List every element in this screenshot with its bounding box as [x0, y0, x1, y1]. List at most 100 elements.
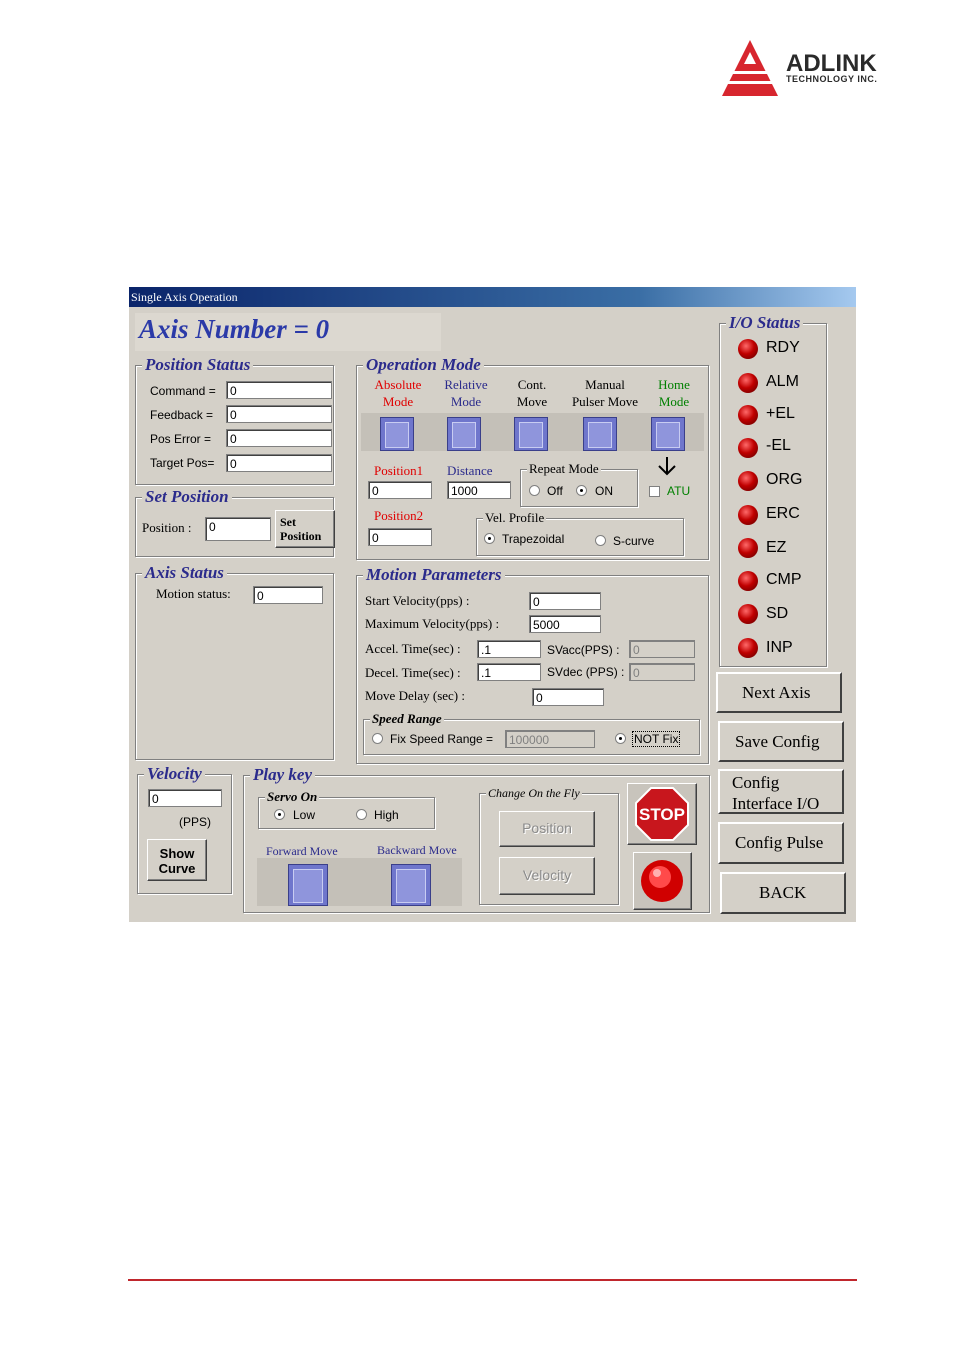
config-pulse-button[interactable]: Config Pulse — [718, 822, 844, 864]
emergency-stop-button[interactable] — [633, 852, 692, 910]
home-mode-button[interactable] — [651, 417, 685, 451]
s-curve-radio[interactable] — [595, 535, 606, 546]
back-button[interactable]: BACK — [720, 872, 846, 914]
erc-label: ERC — [766, 505, 800, 522]
servo-low-radio[interactable] — [274, 809, 285, 820]
show-curve-line1: Show — [159, 846, 195, 861]
distance-field[interactable]: 1000 — [447, 481, 511, 499]
alm-led-icon — [738, 373, 758, 393]
relative-mode-button[interactable] — [447, 417, 481, 451]
absolute-mode-line2: Mode — [382, 394, 414, 409]
save-config-button[interactable]: Save Config — [718, 721, 844, 762]
svacc-field[interactable]: 0 — [629, 640, 695, 658]
erc-led-icon — [738, 505, 758, 525]
motion-status-field[interactable]: 0 — [253, 586, 323, 604]
feedback-field[interactable]: 0 — [226, 405, 332, 423]
fix-speed-radio[interactable] — [372, 733, 383, 744]
stop-button[interactable]: STOP — [627, 783, 697, 845]
max-velocity-field[interactable]: 5000 — [529, 615, 601, 633]
stop-sign-icon: STOP — [635, 787, 689, 841]
vel-profile-title: Vel. Profile — [483, 510, 547, 525]
target-pos-field[interactable]: 0 — [226, 454, 332, 472]
speed-range-title: Speed Range — [370, 711, 444, 726]
config-interface-line2: Interface I/O — [732, 794, 820, 813]
repeat-off-label: Off — [547, 484, 563, 498]
absolute-mode-button[interactable] — [380, 417, 414, 451]
sd-label: SD — [766, 605, 789, 622]
forward-move-label: Forward Move — [266, 844, 338, 858]
cmp-led-icon — [738, 571, 758, 591]
next-axis-button[interactable]: Next Axis — [716, 672, 842, 713]
position1-field[interactable]: 0 — [368, 481, 432, 499]
fix-speed-field[interactable]: 100000 — [505, 730, 595, 748]
backward-move-button[interactable] — [391, 864, 431, 906]
not-fix-radio[interactable] — [615, 733, 626, 744]
repeat-off-radio[interactable] — [529, 485, 540, 496]
io-status-title: I/O Status — [726, 314, 804, 332]
accel-time-field[interactable]: .1 — [477, 640, 541, 658]
arrow-down-icon — [658, 457, 676, 476]
manual-pulser-label: Manual Pulser Move — [565, 376, 645, 410]
repeat-on-label: ON — [595, 484, 613, 498]
feedback-label: Feedback = — [150, 408, 214, 422]
servo-high-radio[interactable] — [356, 809, 367, 820]
alm-label: ALM — [766, 373, 799, 390]
move-delay-field[interactable]: 0 — [532, 688, 604, 706]
decel-time-field[interactable]: .1 — [477, 663, 541, 681]
pos-error-label: Pos Error = — [150, 432, 212, 446]
relative-mode-label: Relative Mode — [433, 376, 499, 410]
rdy-label: RDY — [766, 339, 800, 356]
command-label: Command = — [150, 384, 216, 398]
config-interface-io-button[interactable]: Config Interface I/O — [718, 769, 844, 814]
config-interface-line1: Config — [732, 773, 780, 792]
set-position-title: Set Position — [142, 488, 232, 506]
repeat-on-radio[interactable] — [576, 485, 587, 496]
position-status-title: Position Status — [142, 356, 254, 374]
adlink-logo: ADLINK TECHNOLOGY INC. — [722, 38, 912, 100]
logo-triangle-icon — [722, 40, 778, 96]
footer-rule — [128, 1279, 857, 1281]
home-mode-line2: Mode — [658, 394, 690, 409]
velocity-unit-label: (PPS) — [179, 815, 212, 829]
minus-el-label: -EL — [766, 437, 791, 454]
cont-move-line1: Cont. — [517, 377, 547, 392]
brand-tagline: TECHNOLOGY INC. — [786, 74, 878, 84]
velocity-field[interactable]: 0 — [148, 789, 222, 807]
trapezoidal-label: Trapezoidal — [502, 532, 565, 546]
forward-move-button[interactable] — [288, 864, 328, 906]
fly-velocity-button[interactable]: Velocity — [499, 857, 595, 895]
command-field[interactable]: 0 — [226, 381, 332, 399]
decel-time-label: Decel. Time(sec) : — [365, 665, 461, 680]
axis-status-title: Axis Status — [142, 564, 227, 582]
motion-status-label: Motion status: — [156, 586, 231, 601]
absolute-mode-line1: Absolute — [374, 377, 422, 392]
start-velocity-field[interactable]: 0 — [529, 592, 601, 610]
show-curve-button[interactable]: Show Curve — [147, 839, 207, 881]
fly-position-button[interactable]: Position — [499, 811, 595, 847]
cmp-label: CMP — [766, 571, 802, 588]
atu-label: ATU — [667, 484, 691, 498]
svdec-field[interactable]: 0 — [629, 663, 695, 681]
s-curve-label: S-curve — [613, 534, 655, 548]
pos-error-field[interactable]: 0 — [226, 429, 332, 447]
trapezoidal-radio[interactable] — [484, 533, 495, 544]
ez-label: EZ — [766, 539, 787, 556]
minus-el-led-icon — [738, 438, 758, 458]
start-velocity-label: Start Velocity(pps) : — [365, 593, 470, 608]
target-pos-label: Target Pos= — [150, 456, 215, 470]
atu-checkbox[interactable] — [649, 486, 660, 497]
play-key-title: Play key — [250, 766, 315, 784]
emergency-stop-icon — [641, 860, 683, 902]
repeat-mode-title: Repeat Mode — [527, 461, 601, 476]
set-position-button[interactable]: Set Position — [275, 510, 335, 548]
inp-led-icon — [738, 638, 758, 658]
manual-pulser-button[interactable] — [583, 417, 617, 451]
axis-number-title: Axis Number = 0 — [139, 314, 330, 344]
rdy-led-icon — [738, 339, 758, 359]
home-mode-line1: Home — [658, 377, 690, 392]
position2-field[interactable]: 0 — [368, 528, 432, 546]
distance-label: Distance — [447, 463, 493, 478]
cont-move-button[interactable] — [514, 417, 548, 451]
set-position-field[interactable]: 0 — [205, 517, 271, 541]
servo-low-label: Low — [293, 808, 316, 822]
